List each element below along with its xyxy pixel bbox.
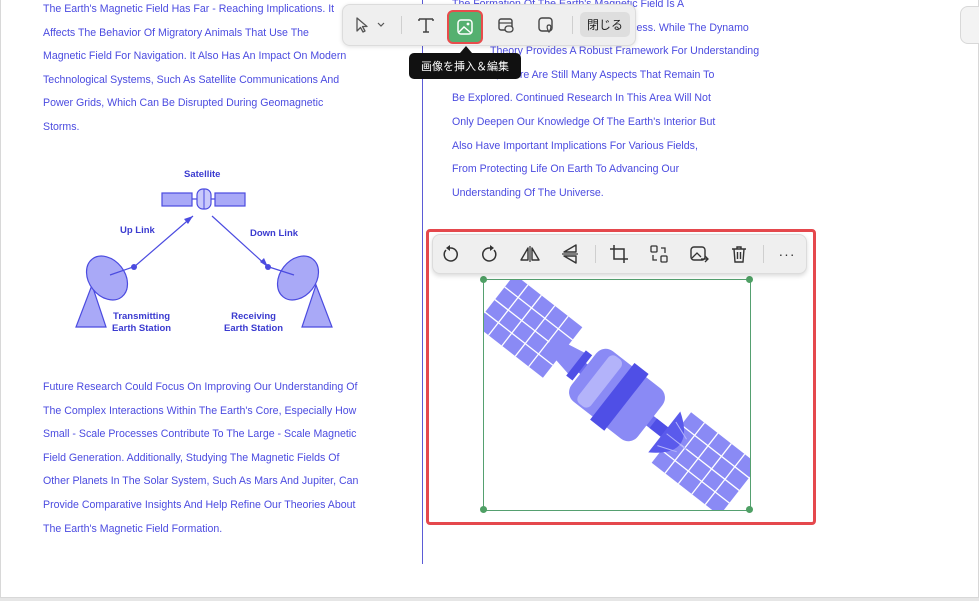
insert-image-button[interactable] [447,10,483,44]
edit-toolbar: 閉じる [342,4,636,46]
delete-button[interactable] [725,240,753,268]
receiving-line: Earth Station [224,323,284,334]
select-tool-dropdown[interactable] [375,17,387,33]
text-line: Storms. [43,120,80,133]
rotate-right-icon [482,245,497,262]
place-image-icon [538,17,553,34]
cursor-icon [356,17,368,33]
text-tool-button[interactable] [413,12,439,38]
text-line: Power Grids, Which Can Be Disrupted Duri… [43,97,324,110]
select-tool-button[interactable] [351,13,373,37]
text-line: The Earth's Magnetic Field Has Far - Rea… [43,3,335,15]
text-line: Be Explored. Continued Research In This … [452,92,711,105]
text-line: Other Planets In The Solar System, Such … [43,475,359,488]
flip-vertical-button[interactable] [556,240,584,268]
replace-image-icon [650,245,668,263]
chevron-down-icon [377,22,385,27]
crop-button[interactable] [605,240,633,268]
diagram-graphic [75,188,333,328]
transmitting-label: Transmitting Earth Station [112,311,171,335]
toolbar-separator [763,245,764,263]
image-insert-icon [457,19,473,35]
receiving-label: Receiving Earth Station [224,311,283,335]
resize-handle-bottom-left[interactable] [480,506,487,513]
image-edit-toolbar: ··· [432,234,807,274]
column-divider [422,0,423,564]
close-button[interactable]: 閉じる [580,12,630,37]
text-line: Also Have Important Implications For Var… [452,139,698,152]
insert-image-tooltip: 画像を挿入＆編集 [409,53,521,79]
left-top-paragraph[interactable]: The Earth's Magnetic Field Has Far - Rea… [43,0,346,140]
text-line: Affects The Behavior Of Migratory Animal… [43,26,309,39]
satellite-image[interactable] [475,274,759,516]
text-icon [418,18,434,33]
satellite-link-diagram[interactable]: Satellite Up Link Down Link Transmitting… [70,165,340,345]
replace-image-button[interactable] [645,240,673,268]
toolbar-separator [595,245,596,263]
text-line: Small - Scale Processes Contribute To Th… [43,428,357,441]
text-line: Magnetic Field For Navigation. It Also H… [43,50,347,63]
text-line: Technological Systems, Such As Satellite… [43,73,340,86]
text-line: From Protecting Life On Earth To Advanci… [452,163,680,176]
down-link-label: Down Link [250,228,299,239]
side-panel-stub[interactable] [960,6,979,44]
tooltip-arrow [460,46,472,53]
text-line: Future Research Could Focus On Improving… [43,381,358,393]
rotate-left-button[interactable] [436,240,464,268]
text-line: Only Deepen Our Knowledge Of The Earth's… [452,115,716,128]
flip-vertical-icon [562,244,578,264]
flip-horizontal-button[interactable] [516,240,544,268]
transmitting-line: Transmitting [113,311,171,322]
place-image-button[interactable] [533,12,559,38]
flip-horizontal-icon [520,246,540,262]
extract-image-icon [690,246,709,263]
toolbar-separator [401,16,402,34]
resize-handle-top-left[interactable] [480,276,487,283]
delete-icon [732,246,746,263]
text-line: Field Generation. Additionally, Studying… [43,451,340,464]
resize-handle-top-right[interactable] [746,276,753,283]
text-line: The Earth's Magnetic Field Formation. [43,522,223,535]
link-image-icon [498,18,514,33]
satellite-label: Satellite [184,169,221,180]
resize-handle-bottom-right[interactable] [746,506,753,513]
satellite-illustration [475,274,759,516]
rotate-right-button[interactable] [476,240,504,268]
more-options-button[interactable]: ··· [773,240,801,268]
rotate-left-icon [443,245,458,262]
transmitting-line: Earth Station [112,323,172,334]
extract-image-button[interactable] [685,240,713,268]
more-icon: ··· [778,246,796,262]
up-link-label: Up Link [120,225,155,236]
left-bottom-paragraph[interactable]: Future Research Could Focus On Improving… [43,376,358,541]
receiving-line: Receiving [231,311,276,322]
text-line: Understanding Of The Universe. [452,186,604,199]
text-line: Provide Comparative Insights And Help Re… [43,498,356,511]
toolbar-separator [572,16,573,34]
text-line: The Complex Interactions Within The Eart… [43,404,357,417]
crop-icon [610,245,628,263]
link-image-button[interactable] [493,12,519,38]
